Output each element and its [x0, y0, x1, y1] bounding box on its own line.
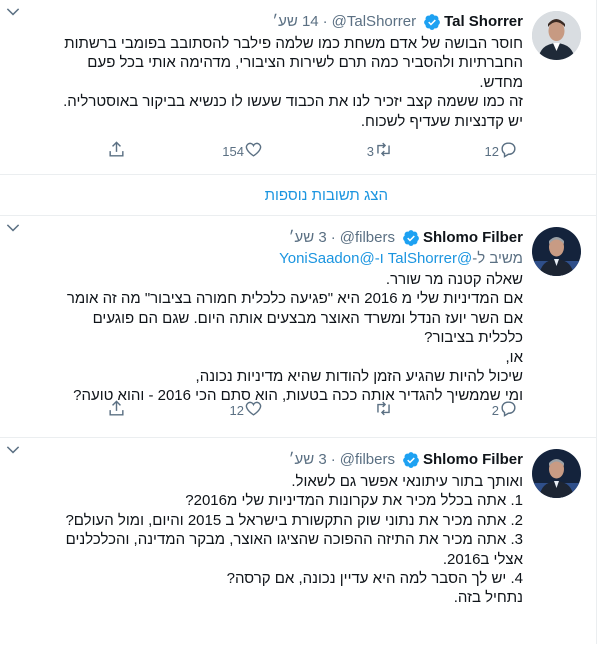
author-handle[interactable]: @filbers — [340, 450, 395, 470]
tweet[interactable]: Tal Shorrer @TalShorrer · 14 שע׳ חוסר הב… — [0, 0, 596, 175]
verified-icon — [423, 13, 441, 31]
tweet-thread: Tal Shorrer @TalShorrer · 14 שע׳ חוסר הב… — [0, 0, 597, 644]
retweet-button[interactable] — [368, 399, 393, 421]
author-name[interactable]: Tal Shorrer — [444, 12, 523, 32]
tweet-text: חוסר הבושה של אדם משחת כמו שלמה פילבר לה… — [63, 35, 523, 130]
replying-to-label: משיב ל- — [472, 250, 523, 267]
share-button[interactable] — [107, 140, 126, 162]
reply-icon — [499, 399, 518, 421]
avatar[interactable] — [532, 227, 581, 276]
replying-to-handles[interactable]: @TalShorrer ו-@YoniSaadon — [279, 250, 472, 267]
separator-dot: · — [322, 13, 328, 30]
separator-dot: · — [330, 229, 336, 246]
author-name[interactable]: Shlomo Filber — [423, 228, 523, 248]
separator-dot: · — [330, 451, 336, 468]
avatar[interactable] — [532, 11, 581, 60]
share-button[interactable] — [107, 399, 126, 421]
author-name[interactable]: Shlomo Filber — [423, 450, 523, 470]
reply-button[interactable]: 2 — [486, 399, 518, 421]
reply-button[interactable]: 12 — [479, 140, 518, 162]
replying-to: משיב ל-@TalShorrer ו-@YoniSaadon — [10, 249, 523, 269]
timestamp[interactable]: 3 שע׳ — [289, 450, 327, 470]
verified-icon — [402, 229, 420, 247]
timestamp[interactable]: 14 שע׳ — [272, 12, 318, 32]
like-button[interactable]: 154 — [216, 140, 263, 162]
tweet[interactable]: Shlomo Filber @filbers · 3 שע׳ ואותך בתו… — [0, 438, 596, 645]
reply-count: 2 — [491, 402, 499, 418]
tweet[interactable]: Shlomo Filber @filbers · 3 שע׳ משיב ל-@T… — [0, 216, 596, 438]
verified-icon — [402, 451, 420, 469]
like-count: 154 — [222, 143, 244, 159]
share-icon — [107, 140, 126, 162]
show-more-replies-link[interactable]: הצג תשובות נוספות — [265, 186, 388, 206]
like-icon — [244, 140, 263, 162]
timestamp[interactable]: 3 שע׳ — [289, 228, 327, 248]
tweet-actions: 12 3 154 — [0, 140, 596, 162]
share-icon — [107, 399, 126, 421]
caret-down-icon[interactable] — [4, 219, 22, 237]
retweet-icon — [374, 140, 393, 162]
like-icon — [244, 399, 263, 421]
retweet-count: 3 — [366, 143, 374, 159]
tweet-actions: 2 12 — [0, 399, 596, 421]
tweet-text: שאלה קטנה מר שורר. אם המדיניות שלי מ 201… — [66, 271, 523, 405]
author-handle[interactable]: @filbers — [340, 228, 395, 248]
retweet-icon — [374, 399, 393, 421]
show-more-row[interactable]: הצג תשובות נוספות — [0, 175, 596, 216]
retweet-button[interactable]: 3 — [361, 140, 393, 162]
reply-count: 12 — [484, 143, 499, 159]
caret-down-icon[interactable] — [4, 441, 22, 459]
avatar[interactable] — [532, 449, 581, 498]
reply-icon — [499, 140, 518, 162]
like-button[interactable]: 12 — [224, 399, 263, 421]
caret-down-icon[interactable] — [4, 3, 22, 21]
tweet-text: ואותך בתור עיתונאי אפשר גם לשאול. 1. אתה… — [65, 473, 523, 607]
like-count: 12 — [229, 402, 244, 418]
author-handle[interactable]: @TalShorrer — [332, 12, 416, 32]
